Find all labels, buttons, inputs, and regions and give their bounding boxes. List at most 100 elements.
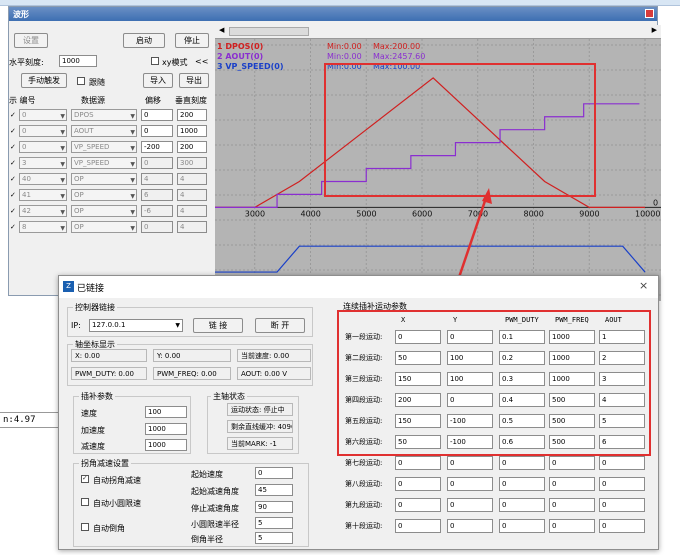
- dropdown-icon[interactable]: ▼: [60, 208, 65, 216]
- disconnect-button[interactable]: 断 开: [255, 318, 305, 333]
- row-cell-aout[interactable]: 0: [599, 519, 645, 533]
- channel-scale-input[interactable]: 300: [177, 157, 207, 169]
- dropdown-icon[interactable]: ▼: [130, 224, 135, 232]
- connect-button[interactable]: 链 接: [193, 318, 243, 333]
- dropdown-icon[interactable]: ▼: [130, 160, 135, 168]
- channel-number-select[interactable]: 8 ▼: [19, 221, 67, 233]
- auto-small-circle-checkbox[interactable]: [81, 498, 89, 506]
- accel-input[interactable]: 1000: [145, 423, 187, 435]
- row-cell-aout[interactable]: 0: [599, 456, 645, 470]
- channel-source-select[interactable]: DPOS ▼: [71, 109, 137, 121]
- channel-source-select[interactable]: OP ▼: [71, 189, 137, 201]
- channel-number[interactable]: 0: [22, 143, 26, 151]
- row-cell-aout[interactable]: 0: [599, 477, 645, 491]
- row-cell-freq[interactable]: 0: [549, 498, 595, 512]
- dropdown-icon[interactable]: ▼: [130, 176, 135, 184]
- channel-check-icon[interactable]: ✓: [10, 159, 16, 167]
- dialog-close-icon[interactable]: ×: [639, 279, 648, 292]
- channel-number-select[interactable]: 41 ▼: [19, 189, 67, 201]
- start-button[interactable]: 启动: [123, 33, 165, 48]
- row-cell-x[interactable]: 0: [395, 477, 441, 491]
- ip-select[interactable]: 127.0.0.1 ▼: [89, 319, 183, 332]
- row-cell-freq[interactable]: 0: [549, 477, 595, 491]
- channel-source-select[interactable]: OP ▼: [71, 173, 137, 185]
- channel-check-icon[interactable]: ✓: [10, 175, 16, 183]
- settings-button[interactable]: 设置: [14, 33, 48, 48]
- channel-number[interactable]: 8: [22, 223, 26, 231]
- dropdown-icon[interactable]: ▼: [60, 192, 65, 200]
- channel-offset-input[interactable]: -200: [141, 141, 173, 153]
- dropdown-icon[interactable]: ▼: [130, 144, 135, 152]
- row-cell-freq[interactable]: 0: [549, 456, 595, 470]
- channel-offset-input[interactable]: 4: [141, 173, 173, 185]
- channel-scale-input[interactable]: 4: [177, 189, 207, 201]
- channel-offset-input[interactable]: -6: [141, 205, 173, 217]
- xy-mode-checkbox[interactable]: [151, 57, 159, 65]
- dropdown-icon[interactable]: ▼: [130, 112, 135, 120]
- row-cell-y[interactable]: 0: [447, 456, 493, 470]
- channel-scale-input[interactable]: 1000: [177, 125, 207, 137]
- channel-check-icon[interactable]: ✓: [10, 223, 16, 231]
- dropdown-icon[interactable]: ▼: [130, 208, 135, 216]
- channel-check-icon[interactable]: ✓: [10, 127, 16, 135]
- channel-source-select[interactable]: VP_SPEED ▼: [71, 157, 137, 169]
- row-cell-y[interactable]: 0: [447, 519, 493, 533]
- row-cell-x[interactable]: 0: [395, 519, 441, 533]
- channel-source-select[interactable]: OP ▼: [71, 205, 137, 217]
- row-cell-aout[interactable]: 0: [599, 498, 645, 512]
- hscale-input[interactable]: 1000: [59, 55, 97, 67]
- channel-scale-input[interactable]: 200: [177, 109, 207, 121]
- row-cell-y[interactable]: 0: [447, 477, 493, 491]
- channel-scale-input[interactable]: 4: [177, 173, 207, 185]
- channel-scale-input[interactable]: 4: [177, 205, 207, 217]
- speed-input[interactable]: 100: [145, 406, 187, 418]
- stop-button[interactable]: 停止: [175, 33, 209, 48]
- row-cell-freq[interactable]: 0: [549, 519, 595, 533]
- channel-number-select[interactable]: 42 ▼: [19, 205, 67, 217]
- channel-number-select[interactable]: 3 ▼: [19, 157, 67, 169]
- channel-source-select[interactable]: VP_SPEED ▼: [71, 141, 137, 153]
- channel-check-icon[interactable]: ✓: [10, 207, 16, 215]
- auto-corner-checkbox[interactable]: ✓: [81, 474, 89, 483]
- scope-close-icon[interactable]: [645, 9, 654, 18]
- channel-source-select[interactable]: OP ▼: [71, 221, 137, 233]
- row-cell-duty[interactable]: 0: [499, 456, 545, 470]
- dropdown-icon[interactable]: ▼: [60, 144, 65, 152]
- follow-checkbox[interactable]: [77, 77, 85, 85]
- row-cell-x[interactable]: 0: [395, 456, 441, 470]
- channel-offset-input[interactable]: 0: [141, 125, 173, 137]
- channel-check-icon[interactable]: ✓: [10, 143, 16, 151]
- export-button[interactable]: 导出: [179, 73, 209, 88]
- chamfer-radius-input[interactable]: 5: [255, 532, 293, 544]
- channel-number[interactable]: 41: [22, 191, 31, 199]
- channel-offset-input[interactable]: 0: [141, 221, 173, 233]
- scroll-thumb[interactable]: [229, 27, 309, 36]
- dropdown-icon[interactable]: ▼: [130, 192, 135, 200]
- channel-number-select[interactable]: 0 ▼: [19, 141, 67, 153]
- scroll-left-icon[interactable]: ◀: [219, 26, 224, 34]
- channel-number[interactable]: 40: [22, 175, 31, 183]
- channel-number-select[interactable]: 0 ▼: [19, 109, 67, 121]
- start-decel-input[interactable]: 0: [255, 467, 293, 479]
- row-cell-duty[interactable]: 0: [499, 519, 545, 533]
- row-cell-duty[interactable]: 0: [499, 498, 545, 512]
- channel-check-icon[interactable]: ✓: [10, 191, 16, 199]
- channel-check-icon[interactable]: ✓: [10, 111, 16, 119]
- manual-trigger-button[interactable]: 手动触发: [21, 73, 67, 88]
- channel-number[interactable]: 0: [22, 111, 26, 119]
- import-button[interactable]: 导入: [143, 73, 173, 88]
- dropdown-icon[interactable]: ▼: [60, 176, 65, 184]
- auto-chamfer-checkbox[interactable]: [81, 523, 89, 531]
- decel-input[interactable]: 1000: [145, 439, 187, 451]
- row-cell-y[interactable]: 0: [447, 498, 493, 512]
- dropdown-icon[interactable]: ▼: [60, 160, 65, 168]
- channel-number-select[interactable]: 40 ▼: [19, 173, 67, 185]
- scroll-right-icon[interactable]: ▶: [652, 26, 657, 34]
- stop-angle-input[interactable]: 90: [255, 501, 293, 513]
- channel-scale-input[interactable]: 200: [177, 141, 207, 153]
- channel-offset-input[interactable]: 6: [141, 189, 173, 201]
- plot-scrollbar[interactable]: ◀ ▶: [215, 25, 661, 39]
- small-radius-input[interactable]: 5: [255, 517, 293, 529]
- row-cell-x[interactable]: 0: [395, 498, 441, 512]
- dropdown-icon[interactable]: ▼: [60, 224, 65, 232]
